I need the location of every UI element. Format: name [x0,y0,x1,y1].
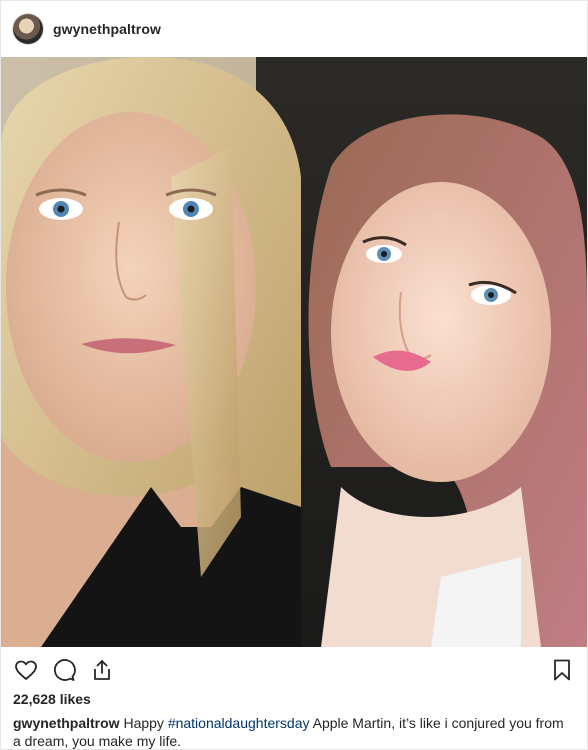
share-icon[interactable] [89,657,115,683]
caption-hashtag[interactable]: #nationaldaughtersday [168,715,310,731]
post-photo[interactable] [1,57,587,647]
bookmark-icon[interactable] [549,657,575,683]
comment-icon[interactable] [51,657,77,683]
post-username[interactable]: gwynethpaltrow [53,21,161,37]
caption-text-before: Happy [119,715,168,731]
post-actions-bar [1,649,587,691]
post-header: gwynethpaltrow [1,1,587,57]
post-photo-illustration [1,57,587,647]
post-caption: gwynethpaltrow Happy #nationaldaughtersd… [13,714,573,750]
heart-icon[interactable] [13,657,39,683]
avatar[interactable] [13,14,43,44]
instagram-post: gwynethpaltrow 22,628 likes gwynethpaltr… [0,0,588,750]
likes-count[interactable]: 22,628 likes [13,691,91,707]
caption-username[interactable]: gwynethpaltrow [13,715,120,731]
